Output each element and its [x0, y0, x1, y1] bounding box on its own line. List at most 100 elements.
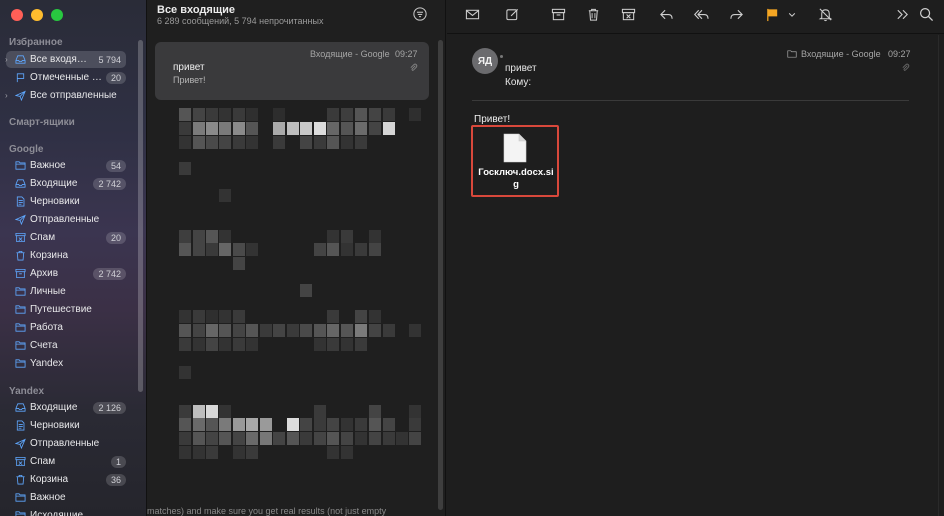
sidebar-item-google-2[interactable]: Черновики — [6, 193, 126, 210]
minimize-window-button[interactable] — [31, 9, 43, 21]
flag-menu-button[interactable] — [787, 7, 796, 22]
redacted-pixel — [341, 432, 353, 445]
delete-button[interactable] — [586, 7, 601, 22]
redacted-pixel — [219, 338, 231, 351]
section-google[interactable]: Google — [9, 144, 43, 155]
sidebar-item-google-9[interactable]: Работа — [6, 319, 126, 336]
redacted-pixel — [327, 310, 339, 323]
toolbar-divider — [447, 33, 944, 34]
redacted-pixel — [396, 432, 408, 445]
redacted-pixel — [193, 432, 205, 445]
redacted-pixel — [300, 324, 312, 337]
filter-icon[interactable] — [413, 7, 427, 21]
document-icon — [14, 196, 26, 208]
redacted-pixel — [327, 122, 339, 135]
sidebar-item-favorites-1[interactable]: Отмеченные ф… 20 — [6, 69, 126, 86]
redacted-pixel — [383, 418, 395, 431]
redacted-pixel — [206, 432, 218, 445]
junk-icon — [14, 232, 26, 244]
flag-button[interactable] — [765, 7, 780, 22]
message-list: Все входящие 6 289 сообщений, 5 794 непр… — [146, 0, 446, 516]
redacted-pixel — [219, 310, 231, 323]
forward-icon — [730, 9, 743, 20]
compose-button[interactable] — [505, 7, 520, 22]
sidebar-item-google-11[interactable]: Yandex — [6, 355, 126, 372]
sidebar-item-google-7[interactable]: Личные — [6, 283, 126, 300]
message-body: Привет! — [474, 114, 511, 125]
redacted-pixel — [355, 310, 367, 323]
unread-count-badge: 2 126 — [93, 401, 126, 414]
redacted-pixel — [355, 122, 367, 135]
redacted-pixel — [193, 136, 205, 149]
redacted-pixel — [383, 324, 395, 337]
sidebar-item-google-5[interactable]: Корзина — [6, 247, 126, 264]
sidebar-item-google-3[interactable]: Отправленные — [6, 211, 126, 228]
sidebar-item-label: Путешествие — [30, 304, 92, 315]
get-mail-button[interactable] — [465, 7, 480, 22]
sidebar-item-yandex-5[interactable]: Важное — [6, 489, 126, 506]
redacted-pixel — [193, 230, 205, 243]
sidebar-item-label: Корзина — [30, 474, 69, 485]
redacted-pixel — [273, 324, 285, 337]
more-toolbar-button[interactable] — [895, 7, 910, 22]
redacted-pixel — [193, 446, 205, 459]
sidebar-item-favorites-2[interactable]: › Все отправленные — [5, 87, 126, 104]
sidebar-item-yandex-2[interactable]: Отправленные — [6, 435, 126, 452]
reply-all-button[interactable] — [694, 7, 709, 22]
sidebar-item-yandex-1[interactable]: Черновики — [6, 417, 126, 434]
sidebar-item-yandex-0[interactable]: Входящие 2 126 — [6, 399, 126, 416]
compose-icon — [506, 8, 519, 21]
redacted-pixel — [314, 418, 326, 431]
redacted-pixel — [179, 418, 191, 431]
sidebar-item-yandex-4[interactable]: Корзина 36 — [6, 471, 126, 488]
sidebar-item-google-10[interactable]: Счета — [6, 337, 126, 354]
sidebar-item-yandex-3[interactable]: Спам 1 — [6, 453, 126, 470]
message-row-selected[interactable]: Входящие - Google 09:27 привет Привет! — [155, 42, 429, 100]
redacted-pixel — [300, 136, 312, 149]
redacted-pixel — [179, 338, 191, 351]
attachment-highlight[interactable]: Госключ.docx.sig — [471, 125, 559, 197]
sidebar-item-label: Архив — [30, 268, 59, 279]
redacted-pixel — [383, 122, 395, 135]
sidebar-item-google-0[interactable]: Важное 54 — [6, 157, 126, 174]
sidebar-item-google-8[interactable]: Путешествие — [6, 301, 126, 318]
redacted-pixel — [327, 324, 339, 337]
redacted-pixel — [246, 432, 258, 445]
chevron-double-right-icon — [897, 9, 908, 20]
envelope-icon — [465, 9, 480, 20]
sidebar-item-google-1[interactable]: Входящие 2 742 — [6, 175, 126, 192]
unread-count-badge: 5 794 — [98, 54, 121, 65]
message-list-scrollbar[interactable] — [438, 40, 443, 510]
search-button[interactable] — [919, 7, 934, 22]
list-subtitle: 6 289 сообщений, 5 794 непрочитанных — [157, 16, 324, 26]
zoom-window-button[interactable] — [51, 9, 63, 21]
sidebar-item-google-4[interactable]: Спам 20 — [6, 229, 126, 246]
redacted-pixel — [206, 230, 218, 243]
sidebar-item-google-6[interactable]: Архив 2 742 — [6, 265, 126, 282]
sidebar-scrollbar[interactable] — [138, 40, 143, 392]
sidebar-item-yandex-6[interactable]: Исходящие — [6, 507, 126, 516]
reply-button[interactable] — [659, 7, 674, 22]
junk-icon — [621, 8, 636, 21]
section-smart-mailboxes[interactable]: Смарт-ящики — [9, 117, 75, 128]
redacted-pixel — [383, 108, 395, 121]
archive-button[interactable] — [551, 7, 566, 22]
section-yandex[interactable]: Yandex — [9, 386, 44, 397]
sidebar-item-label: Корзина — [30, 250, 69, 261]
chevron-right-icon[interactable]: › — [5, 91, 8, 100]
chevron-right-icon[interactable]: › — [5, 55, 8, 64]
window-controls — [11, 9, 63, 21]
sender-name[interactable]: привет — [505, 63, 537, 74]
viewer-edge — [938, 35, 939, 516]
folder-icon — [14, 286, 26, 298]
mute-button[interactable] — [818, 7, 833, 22]
junk-button[interactable] — [621, 7, 636, 22]
sidebar-item-favorites-0[interactable]: › Все входящ… 5 794 — [5, 51, 126, 68]
close-window-button[interactable] — [11, 9, 23, 21]
forward-button[interactable] — [729, 7, 744, 22]
redacted-pixel — [193, 405, 205, 418]
recipient-label: Кому: — [505, 77, 532, 88]
redacted-pixel — [314, 432, 326, 445]
redacted-pixel — [341, 122, 353, 135]
redacted-pixel — [219, 418, 231, 431]
